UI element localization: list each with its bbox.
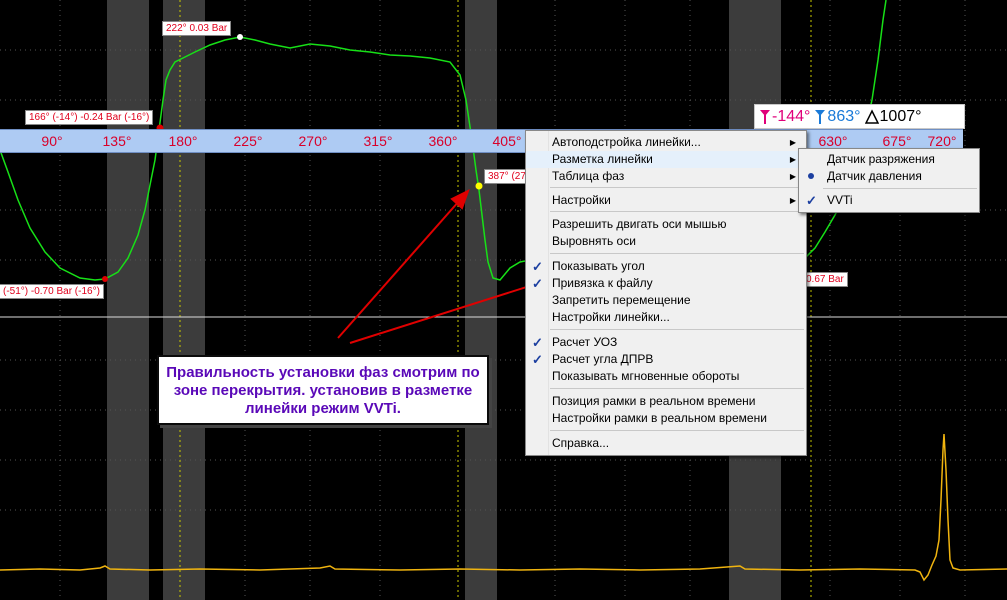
rise-point-label: 166° (-14°) -0.24 Bar (-16°): [25, 110, 154, 125]
menu-item-realtime-frame-settings[interactable]: Настройки рамки в реальном времени: [526, 410, 806, 427]
pressure-trace: [0, 36, 526, 281]
check-icon: ✓: [532, 335, 543, 350]
ruler-tick: 135°: [102, 133, 132, 149]
menu-item-camshaft-angle-calc[interactable]: ✓ Расчет угла ДПРВ: [526, 351, 806, 368]
cursor-a-value: -144°: [772, 107, 811, 125]
menu-item-align-axes[interactable]: Выровнять оси: [526, 233, 806, 250]
cursor-b-icon: [815, 109, 826, 124]
menu-separator: [550, 329, 804, 330]
menu-item-help[interactable]: Справка...: [526, 435, 806, 452]
menu-item-label: Расчет угла ДПРВ: [552, 352, 654, 366]
menu-item-label: Автоподстройка линейки...: [552, 135, 701, 149]
ruler-marking-submenu: Датчик разряжения Датчик давления ✓ VVTi: [798, 148, 980, 213]
oscilloscope-canvas[interactable]: [0, 0, 1007, 600]
menu-item-label: Настройки рамки в реальном времени: [552, 411, 767, 425]
submenu-item-pressure-sensor[interactable]: Датчик давления: [799, 168, 979, 185]
menu-item-ruler-marking[interactable]: Разметка линейки ▶: [526, 151, 806, 168]
menu-item-ignition-calc[interactable]: ✓ Расчет УОЗ: [526, 334, 806, 351]
ruler-tick: 720°: [927, 133, 957, 149]
menu-item-label: Настройки: [552, 193, 611, 207]
menu-item-label: Расчет УОЗ: [552, 335, 618, 349]
max-point-label: 222° 0.03 Bar: [162, 21, 232, 36]
shaded-zone: [107, 0, 149, 600]
cursor-a-icon: [760, 109, 770, 124]
min-point-label: (-51°) -0.70 Bar (-16°): [0, 284, 104, 299]
check-icon: ✓: [532, 352, 543, 367]
ruler-tick: 675°: [882, 133, 912, 149]
radio-dot-icon: [808, 173, 814, 179]
delta-value: 1007°: [879, 107, 922, 125]
menu-separator: [550, 187, 804, 188]
menu-item-label: Привязка к файлу: [552, 276, 653, 290]
menu-item-label: Выровнять оси: [552, 234, 636, 248]
check-icon: ✓: [532, 276, 543, 291]
menu-item-file-binding[interactable]: ✓ Привязка к файлу: [526, 275, 806, 292]
ruler-tick: 225°: [233, 133, 263, 149]
menu-item-label: Позиция рамки в реальном времени: [552, 394, 756, 408]
point-marker: [475, 182, 483, 190]
submenu-arrow-icon: ▶: [789, 155, 796, 164]
point-marker: [102, 276, 108, 282]
ruler-tick: 315°: [363, 133, 393, 149]
menu-separator: [823, 188, 977, 189]
point-marker: [237, 34, 243, 40]
submenu-item-vacuum-sensor[interactable]: Датчик разряжения: [799, 151, 979, 168]
menu-item-realtime-frame-position[interactable]: Позиция рамки в реальном времени: [526, 393, 806, 410]
submenu-item-label: Датчик давления: [827, 169, 922, 183]
menu-separator: [550, 211, 804, 212]
ruler-tick: 360°: [428, 133, 458, 149]
menu-item-label: Справка...: [552, 436, 610, 450]
delta-icon: [864, 108, 879, 124]
menu-separator: [550, 430, 804, 431]
cursor-b[interactable]: 863°: [814, 107, 861, 126]
ruler-tick: 405°: [492, 133, 522, 149]
menu-item-label: Разметка линейки: [552, 152, 653, 166]
menu-item-show-angle[interactable]: ✓ Показывать угол: [526, 258, 806, 275]
menu-item-ruler-settings[interactable]: Настройки линейки...: [526, 309, 806, 326]
menu-separator: [550, 253, 804, 254]
ruler-tick: 180°: [168, 133, 198, 149]
ruler-tick: 630°: [818, 133, 848, 149]
cursor-b-value: 863°: [827, 107, 861, 125]
fall-point-label: 387° (27: [484, 169, 530, 184]
sync-trace: [0, 433, 1007, 582]
submenu-item-label: VVTi: [827, 193, 853, 207]
menu-item-allow-axis-drag[interactable]: Разрешить двигать оси мышью: [526, 216, 806, 233]
cursor-a[interactable]: -144°: [759, 108, 810, 126]
menu-item-label: Таблица фаз: [552, 169, 625, 183]
check-icon: ✓: [806, 193, 817, 208]
cursor-delta: 1007°: [864, 107, 922, 126]
menu-item-phase-table[interactable]: Таблица фаз ▶: [526, 168, 806, 185]
submenu-arrow-icon: ▶: [789, 196, 796, 205]
menu-item-instant-rpm[interactable]: Показывать мгновенные обороты: [526, 368, 806, 385]
annotation-note: Правильность установки фаз смотрим по зо…: [157, 355, 489, 425]
submenu-item-vvti[interactable]: ✓ VVTi: [799, 192, 979, 209]
cursor-info: -144° 863° 1007°: [754, 104, 965, 129]
submenu-arrow-icon: ▶: [789, 172, 796, 181]
check-icon: ✓: [532, 259, 543, 274]
shaded-zone: [163, 0, 205, 600]
ruler-tick: 270°: [298, 133, 328, 149]
context-menu: Автоподстройка линейки... ▶ Разметка лин…: [525, 130, 807, 456]
menu-item-settings[interactable]: Настройки ▶: [526, 192, 806, 209]
submenu-arrow-icon: ▶: [789, 138, 796, 147]
grid: [0, 0, 1007, 600]
menu-item-label: Разрешить двигать оси мышью: [552, 217, 727, 231]
menu-item-label: Показывать угол: [552, 259, 645, 273]
annotation-text: Правильность установки фаз смотрим по зо…: [166, 364, 480, 417]
menu-item-label: Запретить перемещение: [552, 293, 691, 307]
menu-separator: [550, 388, 804, 389]
menu-item-auto-ruler[interactable]: Автоподстройка линейки... ▶: [526, 134, 806, 151]
menu-item-label: Настройки линейки...: [552, 310, 670, 324]
menu-item-label: Показывать мгновенные обороты: [552, 369, 740, 383]
menu-item-lock-movement[interactable]: Запретить перемещение: [526, 292, 806, 309]
ruler-tick: 90°: [41, 133, 63, 149]
right-point-label: 0.67 Bar: [802, 272, 848, 287]
submenu-item-label: Датчик разряжения: [827, 152, 935, 166]
